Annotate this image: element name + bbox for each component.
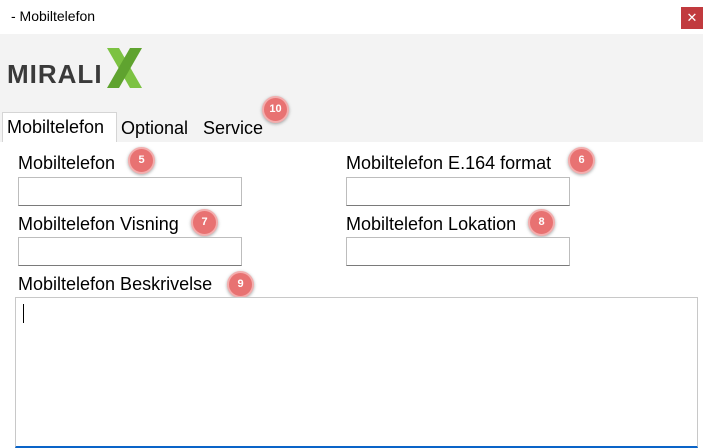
label-lokation: Mobiltelefon Lokation (346, 214, 517, 234)
svg-text:MIRALI: MIRALI (7, 59, 103, 89)
badge-visning: 7 (191, 209, 218, 236)
label-beskrivelse: Mobiltelefon Beskrivelse (18, 274, 213, 294)
label-e164: Mobiltelefon E.164 format (346, 153, 552, 173)
window-title: - Mobiltelefon (11, 8, 96, 24)
badge-e164: 6 (568, 147, 595, 174)
header: MIRALI (0, 34, 703, 112)
tab-service[interactable]: Service (199, 115, 267, 142)
tab-mobiltelefon[interactable]: Mobiltelefon (2, 112, 117, 143)
badge-lokation: 8 (528, 209, 555, 236)
badge-beskrivelse: 9 (227, 271, 254, 298)
tab-optional[interactable]: Optional (117, 115, 192, 142)
title-bar: - Mobiltelefon ✕ (0, 0, 703, 34)
miralix-logo: MIRALI (7, 48, 142, 89)
tab-label: Service (203, 118, 264, 138)
tab-label: Mobiltelefon (7, 117, 105, 137)
label-mobiltelefon: Mobiltelefon (18, 153, 116, 173)
badge-service: 10 (262, 96, 289, 123)
text-caret (23, 304, 24, 323)
badge-mobiltelefon: 5 (128, 147, 155, 174)
logo-x-mark (107, 48, 142, 88)
tab-label: Optional (121, 118, 189, 138)
e164-input[interactable] (346, 177, 570, 206)
close-icon: ✕ (686, 10, 698, 25)
tab-strip: Mobiltelefon Optional Service 10 (0, 96, 703, 143)
form-panel: Mobiltelefon 5 Mobiltelefon E.164 format… (0, 142, 703, 448)
lokation-input[interactable] (346, 237, 570, 266)
close-button[interactable]: ✕ (681, 7, 703, 29)
beskrivelse-textarea[interactable] (15, 297, 698, 448)
mobiltelefon-input[interactable] (18, 177, 242, 206)
visning-input[interactable] (18, 237, 242, 266)
label-visning: Mobiltelefon Visning (18, 214, 179, 234)
